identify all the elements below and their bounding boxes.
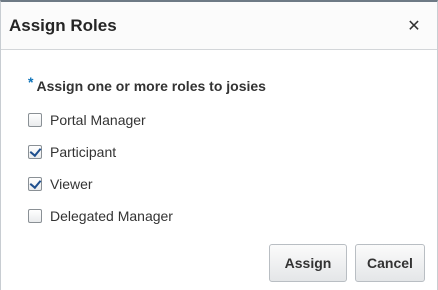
delegated-manager-label: Delegated Manager [50, 208, 173, 224]
participant-label: Participant [50, 144, 117, 160]
viewer-label: Viewer [50, 176, 93, 192]
roles-prompt: * Assign one or more roles to josies [28, 74, 437, 94]
role-option-portal-manager[interactable]: Portal Manager [28, 104, 437, 136]
roles-prompt-text: Assign one or more roles to josies [36, 78, 266, 94]
viewer-checkbox[interactable] [28, 177, 42, 191]
role-option-delegated-manager[interactable]: Delegated Manager [28, 200, 437, 232]
delegated-manager-checkbox[interactable] [28, 209, 42, 223]
role-option-viewer[interactable]: Viewer [28, 168, 437, 200]
required-marker: * [28, 74, 34, 90]
dialog-body: * Assign one or more roles to josies Port… [1, 50, 437, 232]
close-icon[interactable]: ✕ [405, 17, 423, 35]
dialog-titlebar: Assign Roles ✕ [1, 2, 437, 50]
role-option-participant[interactable]: Participant [28, 136, 437, 168]
assign-roles-dialog: Assign Roles ✕ * Assign one or more roles… [0, 0, 438, 290]
dialog-footer: Assign Cancel [269, 244, 425, 282]
dialog-title: Assign Roles [9, 15, 117, 35]
portal-manager-checkbox[interactable] [28, 113, 42, 127]
assign-button[interactable]: Assign [269, 244, 347, 282]
cancel-button[interactable]: Cancel [355, 244, 425, 282]
portal-manager-label: Portal Manager [50, 112, 146, 128]
participant-checkbox[interactable] [28, 145, 42, 159]
